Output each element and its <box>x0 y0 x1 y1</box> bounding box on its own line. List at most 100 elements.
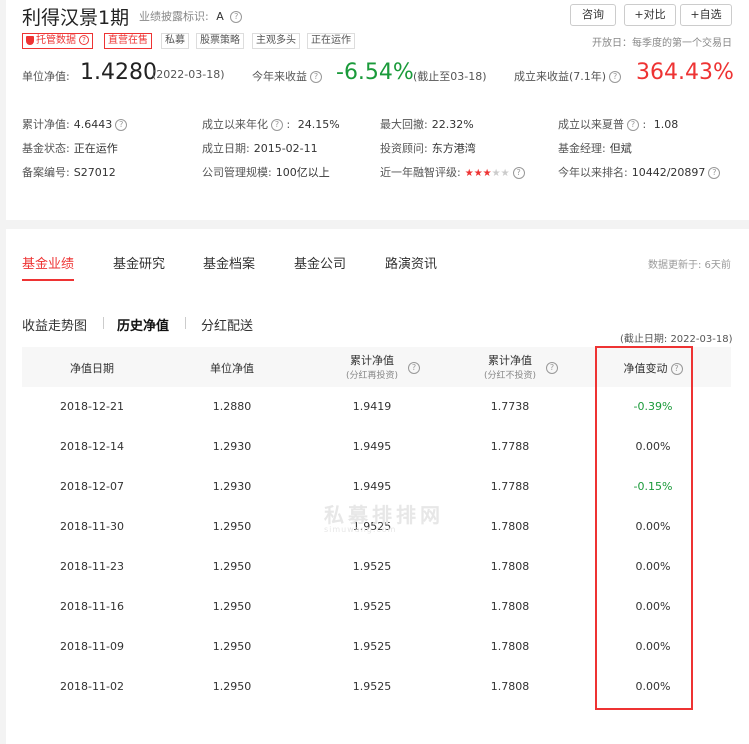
table-cell: 2018-12-07 <box>60 480 124 493</box>
watchlist-button[interactable]: +自选 <box>680 4 732 26</box>
info-item: 今年以来排名: 10442/20897? <box>558 164 721 180</box>
open-day-note: 开放日：每季度的第一个交易日 <box>592 38 732 49</box>
watermark: 私募排排网 <box>324 503 444 527</box>
deadline-note: (截止日期: 2022-03-18) <box>620 334 733 345</box>
watermark-url: simuwang.com <box>324 525 397 534</box>
table-cell: 2018-11-02 <box>60 680 124 693</box>
table-cell: 1.7738 <box>490 400 530 413</box>
tab-3[interactable]: 基金公司 <box>294 253 346 272</box>
table-cell: 1.2950 <box>212 560 252 573</box>
shield-icon <box>26 35 34 45</box>
info-item: 公司管理规模: 100亿以上 <box>202 166 330 179</box>
tab-0[interactable]: 基金业绩 <box>22 253 74 272</box>
subtab-divider <box>185 317 186 329</box>
table-cell: 1.7788 <box>490 480 530 493</box>
table-cell: 1.2950 <box>212 680 252 693</box>
since-inception-label: 成立来收益(7.1年)? <box>514 68 622 84</box>
info-item: 成立日期: 2015-02-11 <box>202 142 318 155</box>
subtab-dividends[interactable]: 分红配送 <box>201 315 253 334</box>
help-icon[interactable]: ? <box>609 71 622 83</box>
help-icon[interactable]: ? <box>310 71 322 83</box>
table-cell: 1.9495 <box>352 480 392 493</box>
info-item: 近一年融智评级: ★★★★★? <box>380 164 525 180</box>
table-cell: 1.7808 <box>490 640 530 653</box>
info-value: 正在运作 <box>73 142 118 155</box>
help-icon[interactable]: ? <box>230 11 243 23</box>
consult-button[interactable]: 咨询 <box>570 4 616 26</box>
nav-date: (2022-03-18) <box>152 68 225 81</box>
help-icon: ? <box>79 35 89 45</box>
custody-data-tag[interactable]: 托管数据? <box>22 33 93 49</box>
info-item: 成立以来年化? : 24.15% <box>202 118 340 131</box>
subtab-divider <box>103 317 104 329</box>
table-cell: 1.7808 <box>490 520 530 533</box>
help-icon[interactable]: ? <box>115 119 128 131</box>
tab-1[interactable]: 基金研究 <box>113 253 165 272</box>
highlight-box <box>595 346 693 710</box>
info-value: 2015-02-11 <box>253 142 318 155</box>
info-value: 4.6443 <box>73 118 113 131</box>
help-icon[interactable]: ? <box>708 167 721 179</box>
table-cell: 1.7808 <box>490 600 530 613</box>
info-value: S27012 <box>73 166 116 179</box>
table-cell: 1.2930 <box>212 480 252 493</box>
private-tag: 私募 <box>161 33 189 49</box>
info-item: 基金经理: 但斌 <box>558 142 632 155</box>
star-icon: ★ <box>482 168 492 179</box>
star-icon: ★ <box>500 168 510 179</box>
help-icon[interactable]: ? <box>408 362 420 374</box>
col-cum-nav-cash: 累计净值? (分红不投资) <box>450 352 570 381</box>
table-cell: 1.9525 <box>352 680 392 693</box>
subtab-return-chart[interactable]: 收益走势图 <box>22 315 87 334</box>
table-cell: 2018-11-30 <box>60 520 124 533</box>
info-value: 24.15% <box>297 118 340 131</box>
info-value: 100亿以上 <box>275 166 330 179</box>
info-link[interactable]: 但斌 <box>610 142 632 155</box>
strategy-tag: 股票策略 <box>196 33 244 49</box>
col-unit-nav: 单位净值 <box>210 362 254 375</box>
fund-performance-card: 基金业绩 基金研究 基金档案 基金公司 路演资讯 数据更新于: 6天前 收益走势图 历史… <box>6 229 749 744</box>
tab-2[interactable]: 基金档案 <box>203 253 255 272</box>
table-cell: 1.7808 <box>490 680 530 693</box>
table-cell: 1.7788 <box>490 440 530 453</box>
table-cell: 1.2950 <box>212 640 252 653</box>
help-icon[interactable]: ? <box>512 167 525 179</box>
direct-sale-tag: 直营在售 <box>104 33 152 49</box>
table-cell: 2018-12-21 <box>60 400 124 413</box>
active-tab-underline <box>22 279 74 281</box>
help-icon[interactable]: ? <box>546 362 558 374</box>
update-note: 数据更新于: 6天前 <box>648 260 731 271</box>
ytd-return: -6.54% <box>336 60 414 85</box>
rating-stars: ★★★★★ <box>465 166 510 179</box>
table-cell: 2018-11-23 <box>60 560 124 573</box>
tab-4[interactable]: 路演资讯 <box>385 253 437 272</box>
star-icon: ★ <box>464 168 474 179</box>
table-cell: 1.9495 <box>352 440 392 453</box>
since-inception-return: 364.43% <box>636 60 734 85</box>
nav-value: 1.4280 <box>80 60 157 85</box>
info-item: 累计净值: 4.6443? <box>22 116 128 132</box>
info-value: 22.32% <box>431 118 474 131</box>
compare-button[interactable]: +对比 <box>624 4 676 26</box>
info-value: 10442/20897 <box>631 166 706 179</box>
table-cell: 2018-11-16 <box>60 600 124 613</box>
table-cell: 1.2950 <box>212 600 252 613</box>
table-cell: 1.7808 <box>490 560 530 573</box>
info-item: 投资顾问: 东方港湾 <box>380 142 476 155</box>
subtab-history-nav[interactable]: 历史净值 <box>117 315 169 334</box>
table-cell: 1.2880 <box>212 400 252 413</box>
fund-name: 利得汉景1期 <box>22 7 130 29</box>
disclosure-label: 业绩披露标识: A ? <box>139 8 243 24</box>
ytd-label: 今年来收益? <box>252 68 322 84</box>
help-icon[interactable]: ? <box>271 119 283 131</box>
info-item: 基金状态: 正在运作 <box>22 142 118 155</box>
table-cell: 1.9525 <box>352 560 392 573</box>
status-tag: 正在运作 <box>307 33 355 49</box>
col-date: 净值日期 <box>70 362 114 375</box>
nav-label: 单位净值: <box>22 70 70 83</box>
table-cell: 1.9525 <box>352 640 392 653</box>
help-icon[interactable]: ? <box>627 119 639 131</box>
info-link[interactable]: 东方港湾 <box>432 142 476 155</box>
table-cell: 1.2950 <box>212 520 252 533</box>
table-cell: 1.2930 <box>212 440 252 453</box>
